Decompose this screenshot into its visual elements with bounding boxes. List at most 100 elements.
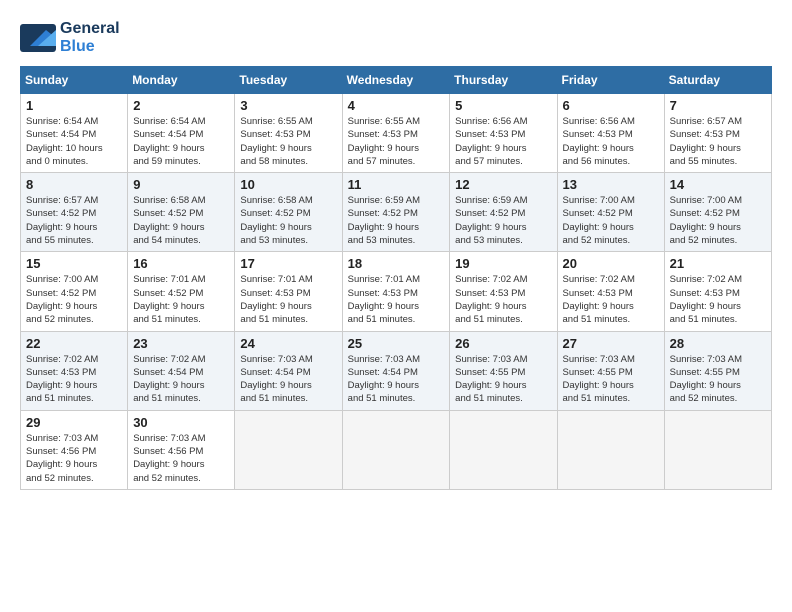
logo: General Blue [20,20,120,56]
calendar-cell [557,410,664,489]
day-number: 8 [26,177,122,192]
day-info: Sunrise: 6:59 AMSunset: 4:52 PMDaylight:… [455,194,551,247]
day-info: Sunrise: 6:59 AMSunset: 4:52 PMDaylight:… [348,194,445,247]
day-number: 10 [240,177,336,192]
day-info: Sunrise: 7:03 AMSunset: 4:54 PMDaylight:… [348,353,445,406]
day-number: 17 [240,256,336,271]
calendar-cell: 7Sunrise: 6:57 AMSunset: 4:53 PMDaylight… [664,94,771,173]
day-number: 23 [133,336,229,351]
day-info: Sunrise: 7:03 AMSunset: 4:55 PMDaylight:… [670,353,766,406]
day-info: Sunrise: 7:00 AMSunset: 4:52 PMDaylight:… [670,194,766,247]
calendar-cell: 30 Sunrise: 7:03 AMSunset: 4:56 PMDayligh… [128,410,235,489]
calendar-cell: 12 Sunrise: 6:59 AMSunset: 4:52 PMDayligh… [450,173,557,252]
calendar-week-row: 22 Sunrise: 7:02 AMSunset: 4:53 PMDayligh… [21,331,772,410]
calendar-cell: 9 Sunrise: 6:58 AMSunset: 4:52 PMDaylight… [128,173,235,252]
day-number: 18 [348,256,445,271]
calendar-cell: 13 Sunrise: 7:00 AMSunset: 4:52 PMDayligh… [557,173,664,252]
day-number: 24 [240,336,336,351]
col-wednesday: Wednesday [342,67,450,94]
calendar-cell [664,410,771,489]
day-info: Sunrise: 7:02 AMSunset: 4:53 PMDaylight:… [26,353,122,406]
calendar-cell: 4 Sunrise: 6:55 AMSunset: 4:53 PMDaylight… [342,94,450,173]
page-header: General Blue [20,20,772,56]
calendar-cell: 5 Sunrise: 6:56 AMSunset: 4:53 PMDaylight… [450,94,557,173]
day-number: 22 [26,336,122,351]
day-number: 30 [133,415,229,430]
day-info: Sunrise: 7:00 AMSunset: 4:52 PMDaylight:… [563,194,659,247]
calendar-cell: 23Sunrise: 7:02 AMSunset: 4:54 PMDayligh… [128,331,235,410]
calendar-cell: 10Sunrise: 6:58 AMSunset: 4:52 PMDayligh… [235,173,342,252]
day-info: Sunrise: 7:03 AMSunset: 4:55 PMDaylight:… [563,353,659,406]
day-info: Sunrise: 7:01 AMSunset: 4:52 PMDaylight:… [133,273,229,326]
day-number: 29 [26,415,122,430]
calendar-cell: 25Sunrise: 7:03 AMSunset: 4:54 PMDayligh… [342,331,450,410]
calendar-cell: 20 Sunrise: 7:02 AMSunset: 4:53 PMDayligh… [557,252,664,331]
calendar-cell [342,410,450,489]
day-number: 5 [455,98,551,113]
day-info: Sunrise: 7:03 AMSunset: 4:55 PMDaylight:… [455,353,551,406]
day-number: 14 [670,177,766,192]
calendar-cell: 6 Sunrise: 6:56 AMSunset: 4:53 PMDaylight… [557,94,664,173]
logo-icon [20,24,56,52]
logo-text: General Blue [60,20,120,56]
calendar-cell: 29 Sunrise: 7:03 AMSunset: 4:56 PMDayligh… [21,410,128,489]
col-thursday: Thursday [450,67,557,94]
calendar-table: Sunday Monday Tuesday Wednesday Thursday… [20,66,772,490]
calendar-cell: 19 Sunrise: 7:02 AMSunset: 4:53 PMDayligh… [450,252,557,331]
calendar-cell: 17 Sunrise: 7:01 AMSunset: 4:53 PMDayligh… [235,252,342,331]
day-number: 6 [563,98,659,113]
day-number: 26 [455,336,551,351]
day-info: Sunrise: 7:02 AMSunset: 4:53 PMDaylight:… [670,273,766,326]
day-info: Sunrise: 7:01 AMSunset: 4:53 PMDaylight:… [348,273,445,326]
day-info: Sunrise: 6:57 AMSunset: 4:52 PMDaylight:… [26,194,122,247]
calendar-cell: 22 Sunrise: 7:02 AMSunset: 4:53 PMDayligh… [21,331,128,410]
day-number: 19 [455,256,551,271]
day-info: Sunrise: 6:55 AMSunset: 4:53 PMDaylight:… [348,115,445,168]
calendar-cell: 8 Sunrise: 6:57 AMSunset: 4:52 PMDaylight… [21,173,128,252]
col-monday: Monday [128,67,235,94]
day-info: Sunrise: 7:02 AMSunset: 4:53 PMDaylight:… [563,273,659,326]
day-info: Sunrise: 7:03 AMSunset: 4:56 PMDaylight:… [26,432,122,485]
day-info: Sunrise: 6:57 AMSunset: 4:53 PMDaylight:… [670,115,766,168]
day-info: Sunrise: 7:00 AMSunset: 4:52 PMDaylight:… [26,273,122,326]
day-number: 1 [26,98,122,113]
calendar-cell: 26 Sunrise: 7:03 AMSunset: 4:55 PMDayligh… [450,331,557,410]
day-number: 28 [670,336,766,351]
calendar-cell: 18 Sunrise: 7:01 AMSunset: 4:53 PMDayligh… [342,252,450,331]
calendar-week-row: 1 Sunrise: 6:54 AMSunset: 4:54 PMDaylight… [21,94,772,173]
day-info: Sunrise: 6:58 AMSunset: 4:52 PMDaylight:… [133,194,229,247]
calendar-week-row: 15Sunrise: 7:00 AMSunset: 4:52 PMDayligh… [21,252,772,331]
col-saturday: Saturday [664,67,771,94]
day-number: 4 [348,98,445,113]
day-number: 16 [133,256,229,271]
calendar-cell: 1 Sunrise: 6:54 AMSunset: 4:54 PMDaylight… [21,94,128,173]
col-friday: Friday [557,67,664,94]
day-info: Sunrise: 6:55 AMSunset: 4:53 PMDaylight:… [240,115,336,168]
day-number: 11 [348,177,445,192]
calendar-week-row: 8 Sunrise: 6:57 AMSunset: 4:52 PMDaylight… [21,173,772,252]
day-info: Sunrise: 7:03 AMSunset: 4:56 PMDaylight:… [133,432,229,485]
calendar-cell: 14 Sunrise: 7:00 AMSunset: 4:52 PMDayligh… [664,173,771,252]
calendar-cell: 16 Sunrise: 7:01 AMSunset: 4:52 PMDayligh… [128,252,235,331]
day-number: 20 [563,256,659,271]
day-info: Sunrise: 6:56 AMSunset: 4:53 PMDaylight:… [455,115,551,168]
day-info: Sunrise: 7:01 AMSunset: 4:53 PMDaylight:… [240,273,336,326]
calendar-cell: 2Sunrise: 6:54 AMSunset: 4:54 PMDaylight… [128,94,235,173]
day-number: 12 [455,177,551,192]
day-number: 3 [240,98,336,113]
calendar-cell [235,410,342,489]
day-number: 9 [133,177,229,192]
day-info: Sunrise: 6:54 AMSunset: 4:54 PMDaylight:… [26,115,122,168]
calendar-cell: 28 Sunrise: 7:03 AMSunset: 4:55 PMDayligh… [664,331,771,410]
calendar-cell: 11 Sunrise: 6:59 AMSunset: 4:52 PMDayligh… [342,173,450,252]
day-number: 13 [563,177,659,192]
calendar-cell: 24Sunrise: 7:03 AMSunset: 4:54 PMDayligh… [235,331,342,410]
day-info: Sunrise: 6:54 AMSunset: 4:54 PMDaylight:… [133,115,229,168]
day-info: Sunrise: 6:56 AMSunset: 4:53 PMDaylight:… [563,115,659,168]
day-info: Sunrise: 7:02 AMSunset: 4:53 PMDaylight:… [455,273,551,326]
calendar-cell: 27Sunrise: 7:03 AMSunset: 4:55 PMDayligh… [557,331,664,410]
calendar-cell: 3 Sunrise: 6:55 AMSunset: 4:53 PMDaylight… [235,94,342,173]
calendar-cell: 21Sunrise: 7:02 AMSunset: 4:53 PMDayligh… [664,252,771,331]
calendar-cell: 15Sunrise: 7:00 AMSunset: 4:52 PMDayligh… [21,252,128,331]
col-tuesday: Tuesday [235,67,342,94]
